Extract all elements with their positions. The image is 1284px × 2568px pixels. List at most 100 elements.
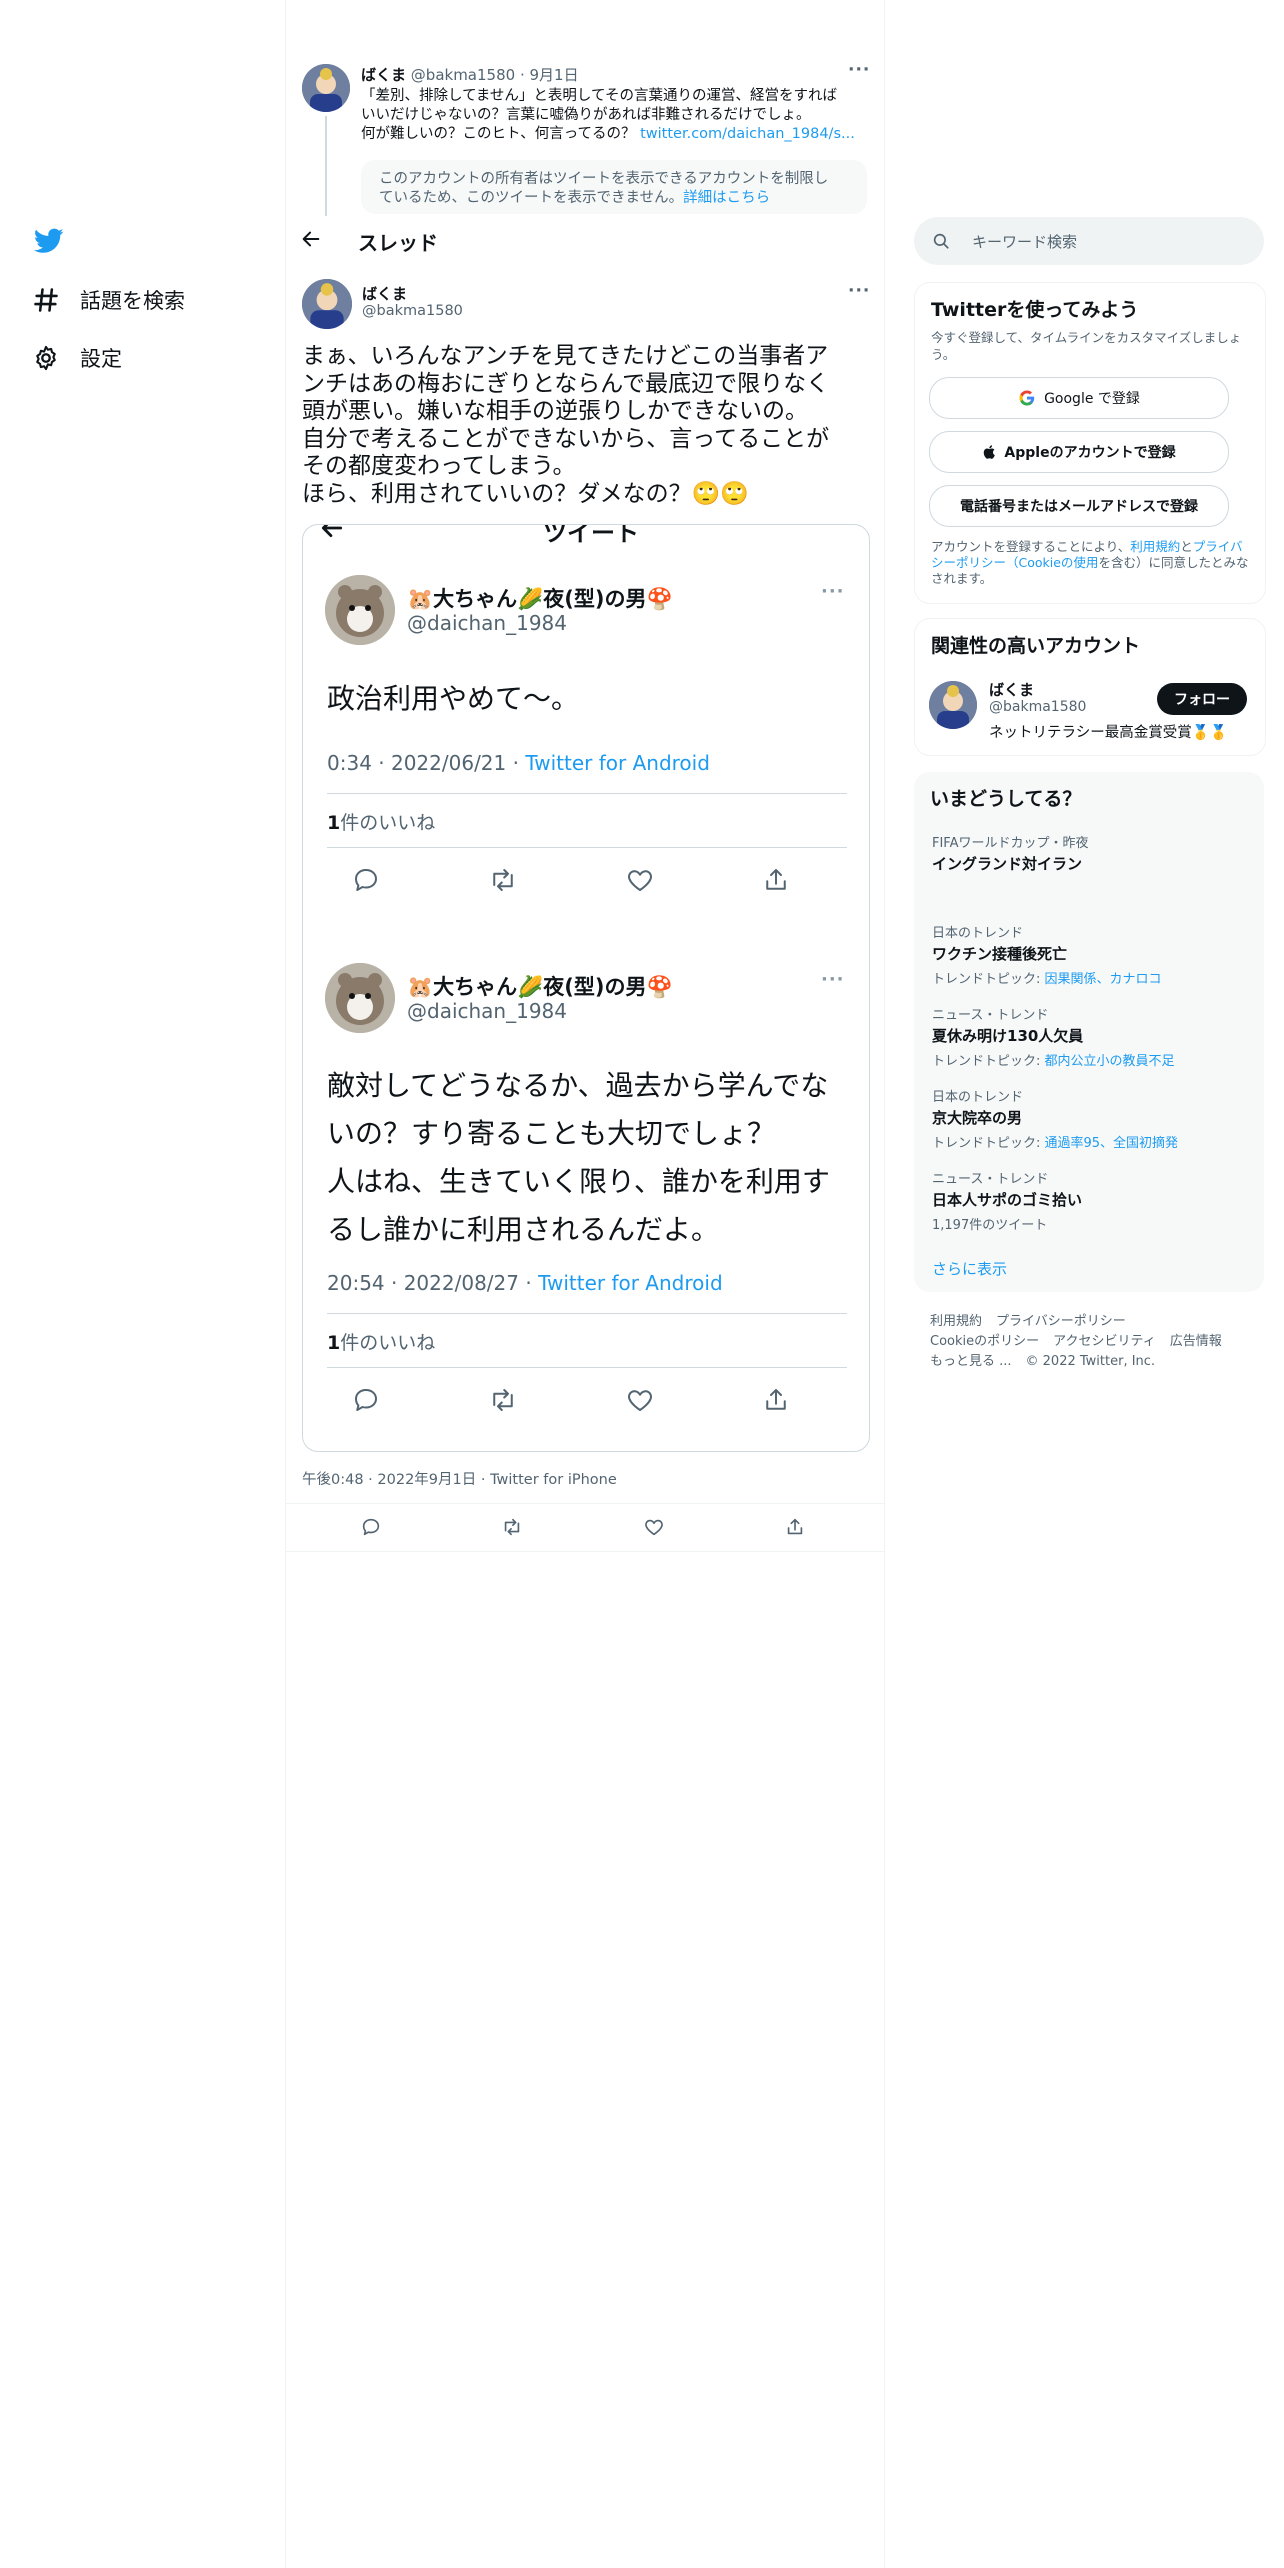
trend-item[interactable]: FIFAワールドカップ・昨夜 イングランド対イラン — [932, 832, 1252, 874]
terms-text: と — [1180, 539, 1193, 554]
search-box[interactable]: キーワード検索 — [914, 217, 1264, 265]
footer-terms-link[interactable]: 利用規約 — [930, 1314, 982, 1329]
related-bio: ネットリテラシー最高金賞受賞🥇🥇 — [989, 725, 1228, 741]
tweet-actions — [360, 1516, 806, 1538]
parent-name[interactable]: ばくま — [361, 66, 406, 84]
phone-email-signup-label: 電話番号またはメールアドレスで登録 — [960, 499, 1198, 515]
trend-item[interactable]: ニュース・トレンド 日本人サポのゴミ拾い 1,197件のツイート — [932, 1168, 1252, 1233]
related-title: 関連性の高いアカウント — [931, 635, 1141, 657]
trend-item[interactable]: 日本のトレンド 京大院卒の男 トレンドトピック: 通過率95、全国初摘発 — [932, 1086, 1252, 1151]
divider — [327, 1313, 847, 1314]
embedded-header-title: ツイート — [543, 524, 639, 547]
trend-name: ワクチン接種後死亡 — [932, 945, 1068, 963]
embedded-source: Twitter for Android — [538, 1271, 723, 1295]
signup-panel: Twitterを使ってみよう 今すぐ登録して、タイムラインをカスタマイズしましょ… — [914, 282, 1266, 604]
heart-icon — [628, 870, 652, 891]
phone-email-signup-button[interactable]: 電話番号またはメールアドレスで登録 — [929, 485, 1229, 527]
main-text-line: 頭が悪い。嫌いな相手の逆張りしかできないの。 — [302, 398, 808, 424]
footer-copyright: © 2022 Twitter, Inc. — [1025, 1354, 1156, 1369]
terms-notice: アカウントを登録することにより、利用規約とプライバシーポリシー（Cookieの使… — [931, 539, 1251, 587]
parent-avatar[interactable] — [302, 64, 350, 112]
apple-signup-button[interactable]: Appleのアカウントで登録 — [929, 431, 1229, 473]
trend-item[interactable]: 日本のトレンド ワクチン接種後死亡 トレンドトピック: 因果関係、カナロコ — [932, 922, 1252, 987]
hamster-avatar-image — [325, 963, 395, 1033]
google-signup-button[interactable]: Google で登録 — [929, 377, 1229, 419]
avatar-image — [929, 681, 977, 729]
trend-name: イングランド対イラン — [932, 855, 1083, 873]
embedded-avatar — [325, 963, 395, 1033]
embedded-text-line: 政治利用やめて〜。 — [327, 682, 580, 715]
embedded-likes: 1件のいいね — [327, 808, 435, 835]
embedded-avatar — [325, 575, 395, 645]
notice-link[interactable]: 詳細はこちら — [683, 190, 770, 206]
show-more-link[interactable]: さらに表示 — [932, 1258, 1007, 1279]
embedded-actions — [351, 865, 791, 895]
footer-accessibility-link[interactable]: アクセシビリティ — [1053, 1334, 1156, 1349]
trend-sub: トレンドトピック: — [932, 1054, 1045, 1069]
related-accounts-panel: 関連性の高いアカウント ばくま @bakma1580 ネットリテラシー最高金賞受… — [914, 618, 1266, 756]
main-text-line: 自分で考えることができないから、言ってることが — [302, 425, 830, 452]
footer-cookie-link[interactable]: Cookieのポリシー — [930, 1334, 1039, 1349]
back-arrow-icon — [302, 231, 320, 247]
main-text-line: ほら、利用されていいの？ダメなの？🙄🙄 — [302, 480, 749, 507]
parent-more-icon[interactable]: ··· — [848, 60, 870, 80]
trend-topic-links[interactable]: 通過率95、全国初摘発 — [1045, 1136, 1179, 1151]
trend-category: 日本のトレンド — [932, 1090, 1024, 1105]
left-divider — [285, 0, 286, 2568]
footer-privacy-link[interactable]: プライバシーポリシー — [996, 1314, 1126, 1329]
divider — [327, 847, 847, 848]
heart-icon[interactable] — [643, 1516, 665, 1538]
main-handle[interactable]: @bakma1580 — [362, 303, 463, 319]
embedded-text: 政治利用やめて〜。 — [327, 675, 579, 723]
share-icon[interactable] — [784, 1516, 806, 1538]
embedded-time: 0:34 · 2022/06/21 · — [327, 751, 526, 775]
embedded-likes-label: 件のいいね — [340, 812, 436, 834]
trend-category: FIFAワールドカップ・昨夜 — [932, 836, 1089, 851]
nav-explore[interactable]: 話題を検索 — [32, 285, 185, 315]
footer-ads-link[interactable]: 広告情報 — [1170, 1334, 1222, 1349]
attached-image[interactable]: ツイート 🐹大ちゃん🌽夜(型)の男🍄 @daichan_1984 ··· 政治利… — [302, 524, 870, 1452]
retweet-icon[interactable] — [501, 1516, 523, 1538]
nav-settings[interactable]: 設定 — [32, 343, 122, 373]
embedded-handle: @daichan_1984 — [407, 611, 568, 635]
terms-link[interactable]: 利用規約 — [1130, 539, 1180, 554]
main-timestamp[interactable]: 午後0:48 · 2022年9月1日 · Twitter for iPhone — [302, 1468, 617, 1489]
trend-topic-links[interactable]: 因果関係、カナロコ — [1045, 972, 1162, 987]
main-text-line: その都度変わってしまう。 — [302, 453, 576, 479]
embedded-meta: 0:34 · 2022/06/21 · Twitter for Android — [327, 751, 710, 775]
twitter-bird-icon — [33, 228, 64, 253]
thread-header: スレッド — [286, 216, 884, 266]
follow-button[interactable]: フォロー — [1157, 683, 1247, 715]
related-name[interactable]: ばくま — [989, 679, 1034, 700]
parent-date[interactable]: · 9月1日 — [520, 66, 579, 84]
related-avatar[interactable] — [929, 681, 977, 729]
embedded-time: 20:54 · 2022/08/27 · — [327, 1271, 539, 1295]
main-name[interactable]: ばくま — [362, 283, 407, 304]
main-more-icon[interactable]: ··· — [848, 281, 870, 301]
embedded-text-line: るし誰かに利用されるんだよ。 — [327, 1213, 720, 1246]
trend-item[interactable]: ニュース・トレンド 夏休み明け130人欠員 トレンドトピック: 都内公立小の教員… — [932, 1004, 1252, 1069]
embedded-text-line: いの？すり寄ることも大切でしょ？ — [327, 1117, 776, 1150]
trend-category: 日本のトレンド — [932, 926, 1024, 941]
embedded-likes-count: 1 — [327, 812, 341, 834]
main-avatar[interactable] — [302, 279, 352, 329]
reply-icon[interactable] — [360, 1516, 382, 1538]
divider — [327, 793, 847, 794]
twitter-logo[interactable] — [33, 228, 64, 258]
retweet-icon — [493, 869, 513, 891]
embedded-likes-count: 1 — [327, 1332, 341, 1354]
trend-category: ニュース・トレンド — [932, 1172, 1049, 1187]
footer-more-link[interactable]: もっと見る ... — [930, 1354, 1012, 1369]
back-button[interactable] — [300, 228, 322, 254]
share-icon — [766, 1389, 786, 1410]
parent-link[interactable]: twitter.com/daichan_1984/s... — [640, 126, 855, 142]
hamster-avatar-image — [325, 575, 395, 645]
trend-sub: トレンドトピック: — [932, 1136, 1045, 1151]
embedded-text: 敵対してどうなるか、過去から学んでな いの？すり寄ることも大切でしょ？ 人はね、… — [327, 1062, 830, 1254]
terms-text: アカウントを登録することにより、 — [931, 539, 1131, 554]
hashtag-icon — [34, 288, 58, 312]
search-input[interactable]: キーワード検索 — [972, 231, 1077, 252]
parent-handle[interactable]: @bakma1580 — [411, 66, 515, 84]
related-handle[interactable]: @bakma1580 — [989, 699, 1086, 715]
trend-topic-links[interactable]: 都内公立小の教員不足 — [1045, 1054, 1175, 1069]
